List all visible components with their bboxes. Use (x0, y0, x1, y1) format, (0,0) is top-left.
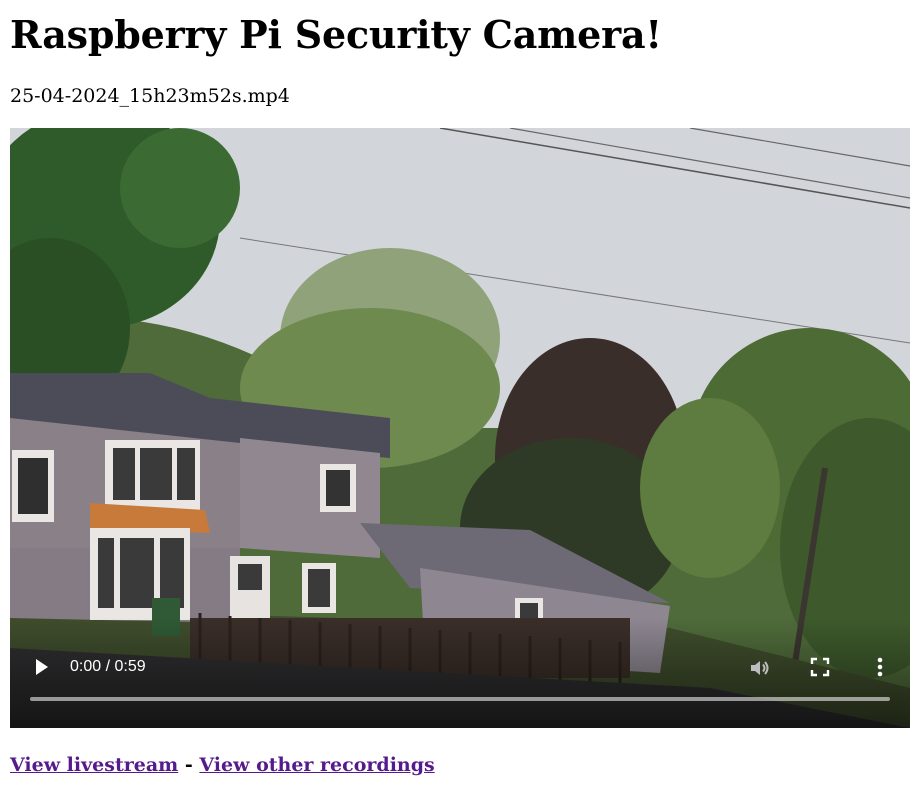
video-player[interactable]: 0:00 / 0:59 (10, 128, 910, 728)
footer-links: View livestream - View other recordings (10, 753, 435, 777)
fullscreen-icon (810, 657, 830, 677)
fullscreen-button[interactable] (810, 657, 830, 677)
time-display: 0:00 / 0:59 (70, 658, 146, 675)
page-title: Raspberry Pi Security Camera! (10, 12, 662, 57)
volume-button[interactable] (748, 656, 772, 680)
page: Raspberry Pi Security Camera! 25-04-2024… (0, 0, 923, 108)
play-button[interactable] (30, 656, 52, 678)
recording-filename: 25-04-2024_15h23m52s.mp4 (10, 85, 290, 107)
livestream-link[interactable]: View livestream (10, 754, 178, 776)
link-separator: - (184, 754, 200, 776)
progress-bar[interactable] (30, 697, 890, 701)
more-options-button[interactable] (870, 655, 890, 679)
more-options-icon (877, 657, 883, 677)
play-icon (36, 659, 48, 675)
video-controls: 0:00 / 0:59 (10, 628, 910, 728)
recordings-link[interactable]: View other recordings (199, 754, 434, 776)
volume-icon (751, 661, 769, 675)
